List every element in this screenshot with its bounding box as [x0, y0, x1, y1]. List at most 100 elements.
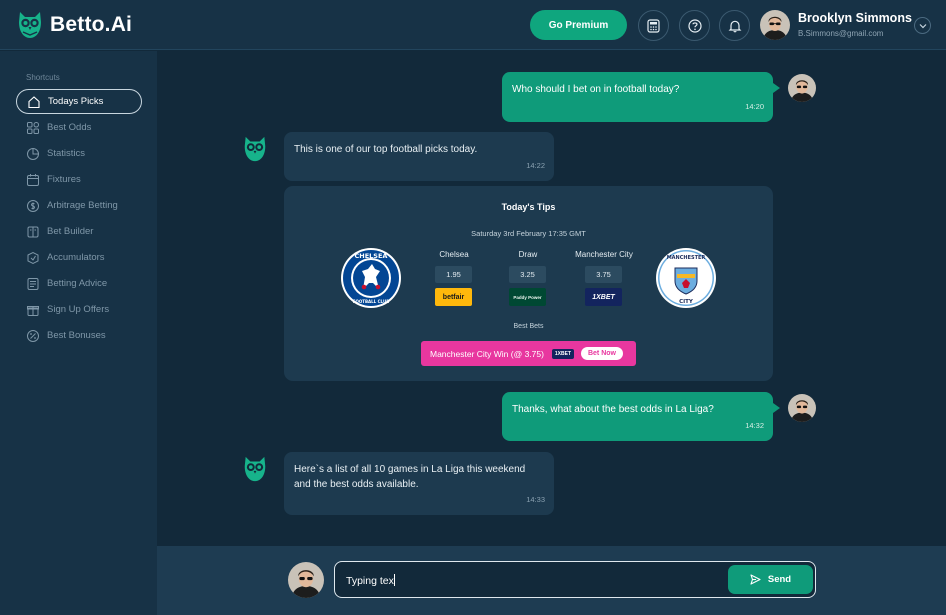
message-text: Thanks, what about the best odds in La L… — [512, 404, 714, 415]
composer-avatar — [288, 562, 324, 598]
grid-icon — [27, 121, 39, 134]
pie-chart-icon — [27, 147, 39, 160]
onexbet-logo[interactable]: 1XBET — [585, 288, 622, 306]
bot-message: Here`s a list of all 10 games in La Liga… — [284, 452, 554, 515]
bot-avatar — [241, 455, 269, 483]
send-label: Send — [767, 574, 792, 585]
bet-now-button[interactable]: Bet Now — [580, 347, 623, 360]
draw-odds[interactable]: 3.25 — [509, 266, 546, 283]
message-input-value-wrap: Typing tex — [346, 574, 395, 587]
man-city-crest-icon: MANCHESTER CITY — [656, 248, 716, 308]
owl-logo-icon — [19, 12, 41, 38]
user-menu-button[interactable] — [914, 17, 931, 34]
todays-tips-card: Today's Tips Saturday 3rd February 17:35… — [284, 186, 773, 381]
sidebar-item-label: Best Odds — [47, 122, 92, 133]
bot-message: This is one of our top football picks to… — [284, 132, 554, 181]
calculator-icon — [647, 18, 660, 33]
help-button[interactable] — [679, 10, 710, 41]
message-input-value: Typing tex — [346, 575, 394, 587]
calculator-button[interactable] — [638, 10, 669, 41]
crest-subtext: CITY — [679, 299, 694, 305]
best-bet-text: Manchester City Win (@ 3.75) — [430, 348, 544, 359]
message-text: This is one of our top football picks to… — [294, 144, 478, 155]
help-icon — [687, 18, 702, 33]
crest-subtext: FOOTBALL CLUB — [353, 299, 390, 304]
sidebar-item-statistics[interactable]: Statistics — [16, 141, 142, 166]
user-message-avatar — [788, 394, 816, 422]
betfair-logo[interactable]: betfair — [435, 288, 472, 306]
sidebar: Shortcuts Todays Picks Best Odds Statist… — [0, 51, 157, 615]
sidebar-item-best-bonuses[interactable]: Best Bonuses — [16, 323, 142, 348]
sidebar-item-label: Bet Builder — [47, 226, 94, 237]
bookmaker-name: Paddy Power — [513, 294, 542, 300]
bookmaker-name: betfair — [442, 293, 465, 301]
sidebar-item-bet-builder[interactable]: Bet Builder — [16, 219, 142, 244]
notifications-button[interactable] — [719, 10, 750, 41]
user-email: B.Simmons@gmail.com — [798, 29, 884, 38]
sidebar-item-label: Arbitrage Betting — [47, 200, 118, 211]
sidebar-item-arbitrage-betting[interactable]: Arbitrage Betting — [16, 193, 142, 218]
away-odds[interactable]: 3.75 — [585, 266, 622, 283]
chelsea-crest-icon: CHELSEA FOOTBALL CLUB — [341, 248, 401, 308]
tips-title: Today's Tips — [501, 202, 556, 212]
composer-bar: Typing tex Send — [157, 546, 946, 615]
home-icon — [28, 95, 40, 108]
message-time: 14:20 — [745, 102, 764, 111]
shortcuts-label: Shortcuts — [26, 73, 60, 82]
bookmaker-name: 1XBET — [592, 293, 615, 301]
sidebar-item-label: Todays Picks — [48, 96, 104, 107]
owl-icon — [244, 456, 266, 482]
top-bar: Betto.Ai Go Premium Brooklyn Simmons B.S… — [0, 0, 946, 50]
go-premium-button[interactable]: Go Premium — [530, 10, 627, 40]
message-text-line: and the best odds available. — [294, 479, 419, 490]
advice-icon — [27, 277, 39, 290]
user-avatar[interactable] — [760, 10, 790, 40]
owl-icon — [244, 136, 266, 162]
user-message: Thanks, what about the best odds in La L… — [502, 392, 773, 441]
crest-text: CHELSEA — [355, 252, 388, 260]
bot-avatar — [241, 135, 269, 163]
bubble-tail — [773, 83, 780, 93]
user-photo-icon — [788, 74, 816, 102]
sidebar-item-todays-picks[interactable]: Todays Picks — [16, 89, 142, 114]
message-text: Who should I bet on in football today? — [512, 84, 680, 95]
best-bets-label: Best Bets — [513, 323, 544, 330]
sidebar-item-label: Fixtures — [47, 174, 81, 185]
text-caret — [393, 574, 395, 586]
sidebar-item-label: Betting Advice — [47, 278, 108, 289]
builder-icon — [27, 226, 39, 237]
logo-text: Betto.Ai — [50, 13, 133, 36]
away-team-name: Manchester City — [575, 250, 633, 259]
percent-icon — [27, 329, 39, 342]
sidebar-item-label: Best Bonuses — [47, 330, 106, 341]
sidebar-item-fixtures[interactable]: Fixtures — [16, 167, 142, 192]
logo[interactable]: Betto.Ai — [16, 10, 132, 40]
user-message-avatar — [788, 74, 816, 102]
message-input[interactable]: Typing tex Send — [334, 561, 816, 598]
sidebar-item-sign-up-offers[interactable]: Sign Up Offers — [16, 297, 142, 322]
bell-icon — [728, 20, 741, 32]
gift-icon — [27, 305, 39, 316]
sidebar-item-label: Statistics — [47, 148, 86, 159]
message-text-line: Here`s a list of all 10 games in La Liga… — [294, 464, 526, 475]
best-bet-bar[interactable]: Manchester City Win (@ 3.75) 1XBET Bet N… — [421, 341, 636, 366]
message-time: 14:22 — [526, 161, 545, 170]
send-icon — [750, 574, 761, 585]
user-message: Who should I bet on in football today? 1… — [502, 72, 773, 122]
crest-text: MANCHESTER — [667, 255, 706, 261]
user-photo-icon — [760, 10, 790, 40]
user-photo-icon — [288, 562, 324, 598]
coin-icon — [27, 199, 39, 212]
sidebar-item-accumulators[interactable]: Accumulators — [16, 245, 142, 270]
calendar-icon — [27, 173, 39, 186]
send-button[interactable]: Send — [728, 565, 813, 594]
match-date: Saturday 3rd February 17:35 GMT — [471, 229, 586, 238]
home-odds[interactable]: 1.95 — [435, 266, 472, 283]
chevron-down-icon — [919, 23, 926, 28]
sidebar-item-label: Sign Up Offers — [47, 304, 110, 315]
sidebar-item-best-odds[interactable]: Best Odds — [16, 115, 142, 140]
sidebar-item-betting-advice[interactable]: Betting Advice — [16, 271, 142, 296]
paddy-power-logo[interactable]: Paddy Power — [509, 288, 546, 306]
accumulator-icon — [27, 251, 39, 264]
best-bet-bookmaker-logo: 1XBET — [551, 348, 574, 359]
